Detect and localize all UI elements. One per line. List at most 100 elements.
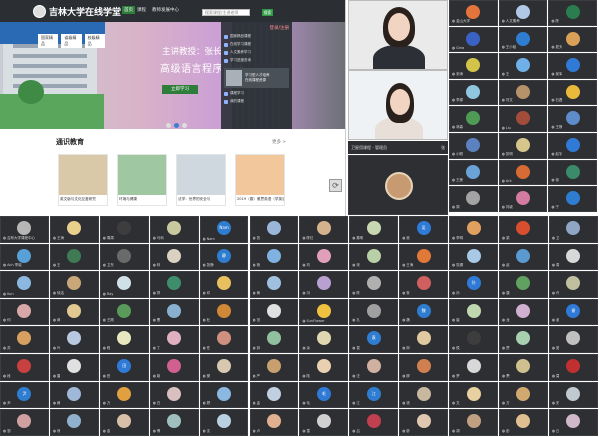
participant-tile[interactable]: ◍金山大学: [449, 0, 498, 26]
participant-tile[interactable]: ◍王静: [548, 106, 598, 132]
featured-course-box[interactable]: 学习型人才培养 在线课程资源: [224, 68, 289, 88]
participant-tile[interactable]: ◍张娜: [449, 243, 498, 271]
participant-tile[interactable]: 袁 ◍袁: [349, 326, 399, 353]
participant-tile[interactable]: ◍王海: [399, 243, 449, 271]
participant-tile[interactable]: ◍邓: [199, 271, 249, 298]
participant-tile[interactable]: ◍廖: [399, 409, 449, 436]
participant-tile[interactable]: ◍范: [249, 298, 299, 326]
participant-tile[interactable]: ◍李源: [449, 79, 498, 106]
participant-tile[interactable]: ◍钟: [249, 326, 299, 353]
participant-tile[interactable]: ◍刘: [299, 243, 349, 271]
participant-tile[interactable]: 田 ◍田: [99, 354, 149, 381]
participant-tile[interactable]: ◍Ray: [99, 271, 149, 298]
participant-tile[interactable]: ◍熊: [49, 409, 99, 436]
participant-tile[interactable]: ◍徐洁: [49, 271, 99, 298]
participant-tile[interactable]: ◍钱: [399, 381, 449, 409]
hero-banner[interactable]: 国家精品 省级精品 校级精品 主讲教授：张长海 高级语言程序设计 立即学习: [0, 22, 345, 129]
participant-tile[interactable]: ◍吴军: [548, 53, 598, 79]
participant-tile[interactable]: ◍萧: [499, 354, 548, 381]
category-tab[interactable]: 校级精品: [84, 34, 105, 48]
participant-tile[interactable]: ◍文: [449, 381, 498, 409]
participant-tile[interactable]: ◍罗: [449, 354, 498, 381]
participant-tile[interactable]: ◍何: [0, 298, 49, 326]
participant-tile[interactable]: ◍宋涛: [449, 53, 498, 79]
participant-tile[interactable]: ◍Ach 李晓: [0, 243, 49, 271]
participant-tile[interactable]: ◍马科: [149, 216, 199, 243]
participant-tile[interactable]: ◍杜: [199, 298, 249, 326]
participant-tile[interactable]: ◍Gina: [449, 26, 498, 53]
participant-tile[interactable]: ◍汪: [349, 354, 399, 381]
start-learning-button[interactable]: 立即学习: [162, 85, 198, 94]
participant-tile[interactable]: ◍王美: [449, 159, 498, 186]
participant-tile[interactable]: 尹 ◍尹: [0, 381, 49, 409]
site-logo[interactable]: 吉林大学在线学堂: [33, 3, 121, 19]
participant-tile[interactable]: ◍王: [498, 53, 548, 79]
participant-tile[interactable]: ◍Liu: [498, 106, 548, 132]
participant-tile[interactable]: ◍Ark: [498, 159, 548, 186]
participant-tile[interactable]: ◍樊: [199, 354, 249, 381]
participant-tile[interactable]: ◍冯: [299, 271, 349, 298]
participant-tile[interactable]: ◍秦明: [349, 216, 399, 243]
participant-tile[interactable]: ◍Kun: [0, 271, 49, 298]
participant-tile[interactable]: ◍蒋: [49, 298, 99, 326]
login-register-link[interactable]: 登录/注册: [224, 25, 289, 31]
participant-tile[interactable]: 谢 ◍谢: [548, 298, 598, 326]
participant-tile[interactable]: Nam ◍Nam: [199, 216, 249, 243]
participant-tile[interactable]: 魏 ◍魏: [399, 298, 449, 326]
participant-tile[interactable]: ◍卫: [548, 216, 598, 243]
participant-tile[interactable]: ◍张明: [498, 133, 548, 159]
participant-tile[interactable]: ◍郑: [149, 271, 199, 298]
participant-tile[interactable]: ◍鲁: [399, 271, 449, 298]
carousel-dot[interactable]: [182, 123, 187, 128]
participant-tile[interactable]: ◍叶: [49, 326, 99, 353]
participant-tile[interactable]: ◍人文素养: [498, 0, 548, 26]
participant-tile[interactable]: ◍张: [249, 216, 299, 243]
nav-courses[interactable]: 课程: [137, 7, 146, 13]
carousel-dot-active[interactable]: [174, 123, 179, 128]
panel-link[interactable]: 学习进度查询: [224, 58, 289, 63]
participant-tile[interactable]: ◍夏: [548, 326, 598, 353]
participant-tile[interactable]: ◍王海: [49, 216, 99, 243]
category-tab[interactable]: 国家精品: [38, 34, 59, 48]
participant-tile[interactable]: ◍贾: [499, 326, 548, 353]
camera-feed-host[interactable]: [348, 0, 448, 70]
participant-tile[interactable]: ◍雷: [49, 354, 99, 381]
participant-tile[interactable]: ◍段: [0, 354, 49, 381]
participant-tile[interactable]: ◍李明: [449, 216, 498, 243]
course-card[interactable]: 英文版与文化互鉴研究: [58, 154, 108, 206]
participant-tile[interactable]: ◍邹: [0, 409, 49, 436]
site-search-button[interactable]: 搜索: [262, 9, 273, 16]
participant-tile[interactable]: ◍王: [49, 243, 99, 271]
participant-tile[interactable]: ◍薛: [49, 381, 99, 409]
participant-tile[interactable]: ◍卢: [249, 409, 299, 436]
participant-tile[interactable]: ◍王小姐: [498, 26, 548, 53]
participant-tile[interactable]: ◍苏: [0, 326, 49, 353]
participant-tile[interactable]: ◍杨: [249, 243, 299, 271]
participant-tile[interactable]: ◍陆: [299, 354, 349, 381]
participant-tile[interactable]: ◍曹: [149, 298, 199, 326]
participant-tile[interactable]: ◍丘: [548, 409, 598, 436]
participant-tile[interactable]: ◍严: [249, 354, 299, 381]
panel-link[interactable]: 在线学习课程: [224, 42, 289, 47]
participant-tile[interactable]: ◍黄: [249, 271, 299, 298]
participant-tile[interactable]: ◍陈红: [299, 216, 349, 243]
participant-tile[interactable]: ◍龙: [499, 298, 548, 326]
camera-feed-speaker[interactable]: [348, 70, 448, 140]
refresh-icon[interactable]: ⟳: [329, 179, 342, 192]
participant-tile[interactable]: ◍刘文: [498, 79, 548, 106]
participant-tile[interactable]: ◍傅: [149, 409, 199, 436]
participant-tile[interactable]: 江 ◍江: [349, 381, 399, 409]
participant-tile[interactable]: ◍小刚: [449, 133, 498, 159]
participant-tile[interactable]: ◍史: [548, 381, 598, 409]
category-tab[interactable]: 省级精品: [61, 34, 82, 48]
participant-tile[interactable]: ◍刘颖: [498, 186, 548, 212]
participant-tile[interactable]: ◍卫东: [99, 243, 149, 271]
participant-tile[interactable]: ◍任: [199, 326, 249, 353]
participant-tile[interactable]: ◍周: [548, 243, 598, 271]
participant-tile[interactable]: ◍林森: [449, 106, 498, 132]
carousel-dot[interactable]: [166, 123, 171, 128]
participant-tile[interactable]: ◍陈: [349, 271, 399, 298]
participant-tile[interactable]: ◍吕: [349, 409, 399, 436]
participant-tile[interactable]: ◍顾: [199, 381, 249, 409]
course-card[interactable]: 2019（春）雅思英语（学英语）: [235, 154, 285, 206]
